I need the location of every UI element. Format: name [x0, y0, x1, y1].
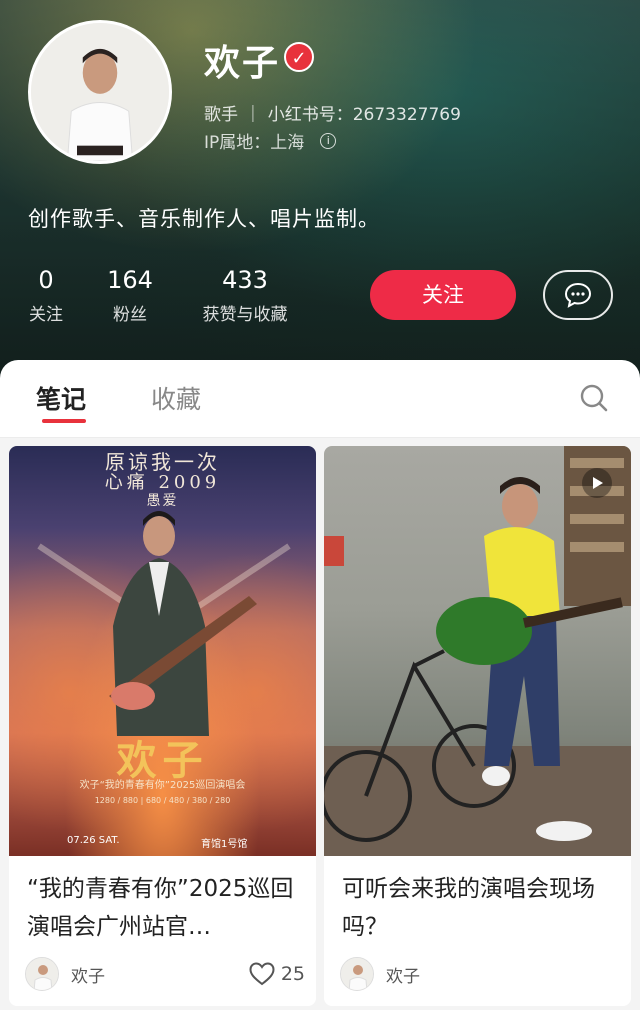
profile-bio: 创作歌手、音乐制作人、唱片监制。 [28, 207, 380, 231]
like-button[interactable]: 25 [249, 962, 305, 986]
info-icon[interactable]: i [320, 132, 337, 149]
poster-tour-name: 欢子“我的青春有你”2025巡回演唱会 [79, 780, 246, 791]
like-count: 25 [280, 963, 305, 985]
note-card[interactable]: 原谅我一次 心痛 2009 愚爱 欢子 欢子“我的青春有你”2025巡回演唱会 … [9, 446, 316, 1006]
profile-ip: IP属地：上海 i [204, 128, 337, 153]
tab-bar: 笔记 收藏 [0, 360, 640, 438]
profile-header: 欢子 ✓ 歌手 | 小红书号：2673327769 IP属地：上海 i 创作歌手… [0, 0, 640, 380]
note-footer: 欢子 [340, 956, 620, 992]
profile-meta: 歌手 | 小红书号：2673327769 [204, 100, 461, 126]
note-cover-image[interactable] [324, 446, 631, 856]
stat-following-label: 关注 [29, 305, 63, 325]
poster-singer-figure [37, 511, 291, 736]
note-card[interactable]: 可听会来我的演唱会现场吗？ 欢子 [324, 446, 631, 1006]
search-button[interactable] [578, 382, 610, 414]
ip-location: IP属地：上海 [204, 133, 305, 153]
tab-notes[interactable]: 笔记 [36, 380, 86, 416]
photo-scene [324, 446, 631, 856]
stat-followers-label: 粉丝 [113, 305, 147, 325]
author-avatar[interactable] [340, 957, 374, 991]
stat-following-count: 0 [38, 266, 54, 294]
heart-icon [249, 962, 275, 986]
author-avatar[interactable] [25, 957, 59, 991]
meta-divider: | [250, 102, 256, 123]
stat-likes-count: 433 [222, 266, 268, 294]
profile-id: 小红书号：2673327769 [267, 105, 461, 125]
note-title[interactable]: “我的青春有你”2025巡回演唱会广州站官… [27, 870, 307, 946]
stat-following[interactable]: 0 关注 [26, 266, 66, 325]
note-title[interactable]: 可听会来我的演唱会现场吗？ [342, 870, 622, 946]
tab-active-indicator [42, 419, 86, 423]
stat-likes-collects[interactable]: 433 获赞与收藏 [194, 266, 296, 325]
verified-check-icon: ✓ [284, 42, 314, 72]
poster-venue: 育馆1号馆 [201, 839, 248, 850]
play-icon[interactable] [582, 468, 612, 498]
poster-prices: 1280 / 880 | 680 / 480 / 380 / 280 [94, 796, 231, 805]
stat-followers[interactable]: 164 粉丝 [104, 266, 156, 325]
profile-role: 歌手 [204, 105, 238, 125]
note-cover-image[interactable]: 原谅我一次 心痛 2009 愚爱 欢子 欢子“我的青春有你”2025巡回演唱会 … [9, 446, 316, 856]
stat-followers-count: 164 [107, 266, 153, 294]
message-button[interactable] [543, 270, 613, 320]
follow-button[interactable]: 关注 [370, 270, 516, 320]
tab-collections[interactable]: 收藏 [151, 380, 201, 416]
stat-likes-label: 获赞与收藏 [202, 305, 288, 325]
author-name[interactable]: 欢子 [71, 962, 105, 987]
profile-avatar[interactable] [28, 20, 172, 164]
profile-name: 欢子 [204, 43, 281, 84]
note-footer: 欢子 25 [25, 956, 305, 992]
author-name[interactable]: 欢子 [386, 962, 420, 987]
poster-date: 07.26 SAT. [67, 835, 120, 846]
search-icon [580, 384, 608, 412]
chat-bubble-icon [564, 282, 592, 308]
